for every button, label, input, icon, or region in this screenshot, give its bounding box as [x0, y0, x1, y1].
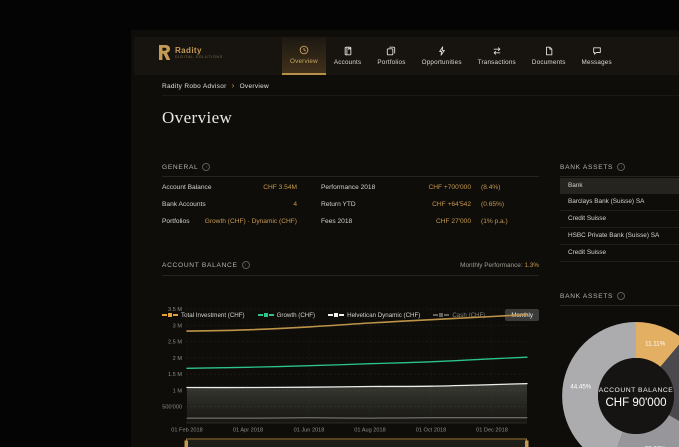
bank-column-header[interactable]: Bank: [560, 178, 679, 194]
stat-value: CHF 27'000: [391, 218, 471, 225]
donut-slice-label: 44.45%: [570, 383, 591, 390]
svg-text:1.5 M: 1.5 M: [168, 372, 182, 378]
bank-assets-heading: BANK ASSETS: [560, 164, 613, 171]
bank-assets-list-section: BANK ASSETS i Bank Barclays Bank (Suisse…: [560, 162, 679, 262]
stat-label: Fees 2018: [321, 218, 391, 225]
copy-icon: [386, 46, 396, 56]
donut-center: [598, 358, 674, 434]
tab-documents[interactable]: Documents: [524, 37, 574, 75]
svg-text:01 Apr 2018: 01 Apr 2018: [233, 428, 263, 434]
nav-tabs: Overview Accounts Portfolios Opportuniti…: [282, 37, 620, 75]
donut-center-label: ACCOUNT BALANCE: [599, 387, 674, 394]
tab-overview[interactable]: Overview: [282, 37, 326, 75]
chart-range-selector[interactable]: [185, 439, 529, 447]
stat-value: CHF +700'000: [391, 184, 471, 191]
swap-arrows-icon: [492, 46, 502, 56]
general-row: Portfolios Growth (CHF) · Dynamic (CHF) F…: [162, 213, 539, 230]
page-title: Overview: [162, 108, 232, 128]
chat-bubble-icon: [592, 46, 602, 56]
radity-logo-icon: [158, 45, 171, 60]
top-navigation: Radity DIGITAL SOLUTIONS Overview Accoun…: [134, 37, 679, 75]
divider: [162, 176, 539, 177]
general-heading: GENERAL: [162, 164, 198, 171]
range-handle-right[interactable]: [525, 441, 529, 447]
svg-text:500'000: 500'000: [162, 405, 182, 411]
range-handle-left[interactable]: [185, 441, 189, 447]
table-row[interactable]: Barclays Bank (Suisse) SA: [560, 194, 679, 211]
brand-tagline: DIGITAL SOLUTIONS: [175, 55, 223, 60]
tab-label: Messages: [582, 59, 612, 66]
table-row[interactable]: HSBC Private Bank (Suisse) SA: [560, 228, 679, 245]
bank-assets-donut-section: BANK ASSETS i: [560, 291, 679, 306]
stat-value: CHF 3.54M: [263, 184, 297, 191]
info-icon[interactable]: i: [242, 261, 250, 269]
svg-text:01 Jun 2018: 01 Jun 2018: [294, 428, 325, 434]
bank-table: Bank Barclays Bank (Suisse) SA Credit Su…: [560, 178, 679, 262]
stat-value: CHF +64'542: [391, 201, 471, 208]
general-row: Bank Accounts 4 Return YTDCHF +64'542 (0.6…: [162, 196, 539, 213]
tab-label: Overview: [290, 58, 318, 65]
breadcrumb-root[interactable]: Radity Robo Advisor: [162, 83, 227, 90]
tab-label: Transactions: [478, 59, 516, 66]
brand-name: Radity: [175, 46, 223, 55]
stat-value: 4: [293, 201, 297, 208]
tab-accounts[interactable]: Accounts: [326, 37, 370, 75]
donut-center-value: CHF 90'000: [605, 397, 666, 409]
stat-label: Return YTD: [321, 201, 391, 208]
monthly-performance: Monthly Performance: 1.3%: [460, 262, 539, 269]
file-icon: [544, 46, 554, 56]
info-icon[interactable]: i: [202, 163, 210, 171]
divider: [560, 176, 679, 177]
monthly-performance-value: 1.3%: [524, 262, 539, 269]
chevron-right-icon: ›: [232, 83, 235, 89]
svg-text:2.5 M: 2.5 M: [168, 340, 182, 346]
book-icon: [343, 46, 353, 56]
account-balance-section: ACCOUNT BALANCE i Monthly Performance: 1…: [162, 257, 539, 276]
breadcrumb: Radity Robo Advisor › Overview: [162, 77, 679, 96]
svg-text:01 Aug 2018: 01 Aug 2018: [354, 428, 385, 434]
svg-text:01 Dec 2018: 01 Dec 2018: [476, 428, 508, 434]
table-row[interactable]: Credit Suisse: [560, 211, 679, 228]
tab-portfolios[interactable]: Portfolios: [369, 37, 413, 75]
tab-transactions[interactable]: Transactions: [470, 37, 524, 75]
divider: [162, 275, 539, 276]
general-section: GENERAL i Account Balance CHF 3.54M Perfo…: [162, 162, 539, 230]
tab-label: Accounts: [334, 59, 362, 66]
tab-label: Documents: [532, 59, 566, 66]
divider: [560, 305, 679, 306]
svg-text:01 Feb 2018: 01 Feb 2018: [171, 428, 202, 434]
account-balance-chart[interactable]: 3.5 M 3 M 2.5 M 2 M 1.5 M 1 M 500'000 01 Feb 20…: [162, 300, 539, 447]
stat-label: Performance 2018: [321, 184, 391, 191]
stat-value: Growth (CHF) · Dynamic (CHF): [205, 218, 297, 225]
donut-slice-label: 11.11%: [645, 340, 666, 347]
svg-text:3 M: 3 M: [173, 323, 183, 329]
account-balance-heading: ACCOUNT BALANCE: [162, 262, 238, 269]
tab-opportunities[interactable]: Opportunities: [414, 37, 470, 75]
table-row[interactable]: Credit Suisse: [560, 245, 679, 262]
tab-messages[interactable]: Messages: [574, 37, 620, 75]
tab-label: Portfolios: [377, 59, 405, 66]
app-window: Radity DIGITAL SOLUTIONS Overview Accoun…: [131, 30, 679, 447]
general-row: Account Balance CHF 3.54M Performance 201…: [162, 179, 539, 196]
svg-text:2 M: 2 M: [173, 356, 183, 362]
stat-percent: (8.4%): [481, 184, 500, 191]
breadcrumb-current[interactable]: Overview: [240, 83, 270, 90]
info-icon[interactable]: i: [617, 292, 625, 300]
tab-label: Opportunities: [422, 59, 462, 66]
svg-text:01 Oct 2018: 01 Oct 2018: [416, 428, 446, 434]
stat-label: Portfolios: [162, 218, 190, 225]
stat-percent: (1% p.a.): [481, 218, 508, 225]
svg-text:1 M: 1 M: [173, 388, 183, 394]
brand-logo[interactable]: Radity DIGITAL SOLUTIONS: [158, 45, 223, 60]
clock-icon: [299, 45, 309, 55]
bank-assets-donut-chart[interactable]: 11.11%22.22%22.22%44.45% ACCOUNT BALANCE…: [554, 314, 679, 447]
info-icon[interactable]: i: [617, 163, 625, 171]
stat-label: Account Balance: [162, 184, 212, 191]
svg-text:3.5 M: 3.5 M: [168, 307, 182, 313]
bolt-icon: [437, 46, 447, 56]
bank-assets-heading: BANK ASSETS: [560, 293, 613, 300]
stat-label: Bank Accounts: [162, 201, 206, 208]
stat-percent: (0.65%): [481, 201, 504, 208]
